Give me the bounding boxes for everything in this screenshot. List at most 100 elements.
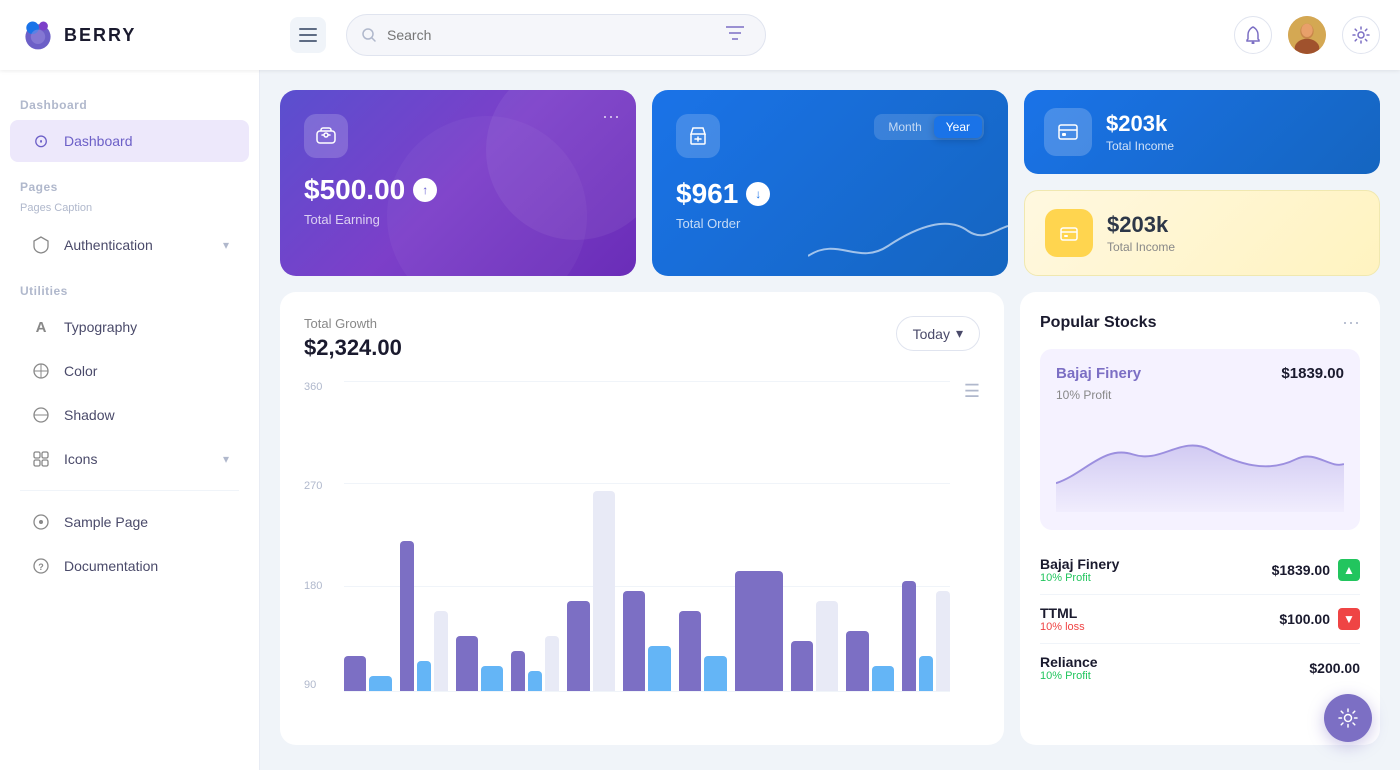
- svg-text:?: ?: [38, 562, 44, 572]
- bar-group-1: [344, 656, 392, 691]
- earning-amount: $500.00 ↑: [304, 174, 612, 206]
- bar-blue-6: [648, 646, 670, 691]
- search-icon: [361, 27, 377, 43]
- stock-reliance-name: Reliance: [1040, 654, 1098, 670]
- bar-purple-3: [456, 636, 478, 691]
- income-yellow-amount: $203k: [1107, 212, 1175, 238]
- logo-area: BERRY: [20, 17, 270, 53]
- authentication-chevron: ▾: [223, 238, 229, 252]
- color-icon: [30, 360, 52, 382]
- today-btn-label: Today: [913, 326, 950, 342]
- filter-button[interactable]: [719, 19, 751, 51]
- gear-icon: [1352, 26, 1370, 44]
- header-right: [1234, 16, 1380, 54]
- bar-purple-2: [400, 541, 414, 691]
- sidebar-item-documentation[interactable]: ? Documentation: [10, 545, 249, 587]
- order-amount: $961 ↓: [676, 178, 984, 210]
- stock-ttml-profit: 10% loss: [1040, 621, 1085, 633]
- bar-light-5: [593, 491, 615, 691]
- stock-bajaj-price-area: $1839.00 ▲: [1272, 559, 1360, 581]
- search-input[interactable]: [387, 27, 709, 43]
- stock-ttml-trend-down: ▼: [1338, 608, 1360, 630]
- shadow-label: Shadow: [64, 407, 115, 423]
- earning-card-icon: [304, 114, 348, 158]
- toggle-year-button[interactable]: Year: [934, 116, 982, 138]
- berry-logo-icon: [20, 17, 56, 53]
- stock-bajaj-trend-up: ▲: [1338, 559, 1360, 581]
- order-label: Total Order: [676, 216, 984, 231]
- stocks-header: Popular Stocks ···: [1040, 312, 1360, 333]
- avatar-image: [1288, 16, 1326, 54]
- icons-label: Icons: [64, 451, 97, 467]
- order-card-icon: [676, 114, 720, 158]
- sidebar-section-dashboard: Dashboard: [0, 90, 259, 118]
- avatar[interactable]: [1288, 16, 1326, 54]
- bar-purple-11: [902, 581, 916, 691]
- earning-amount-text: $500.00: [304, 174, 405, 206]
- typography-label: Typography: [64, 319, 137, 335]
- authentication-icon: [30, 234, 52, 256]
- stock-row-bajaj: Bajaj Finery 10% Profit $1839.00 ▲: [1040, 546, 1360, 595]
- income-blue-icon: [1044, 108, 1092, 156]
- bar-purple-7: [679, 611, 701, 691]
- stock-ttml-info: TTML 10% loss: [1040, 605, 1085, 633]
- chart-menu-button[interactable]: ☰: [964, 381, 980, 402]
- sidebar-item-typography[interactable]: A Typography: [10, 306, 249, 348]
- earning-card-more-button[interactable]: ···: [602, 106, 620, 127]
- sidebar-item-shadow[interactable]: Shadow: [10, 394, 249, 436]
- stocks-title: Popular Stocks: [1040, 314, 1156, 332]
- featured-stock-svg: [1056, 414, 1344, 514]
- stocks-list: Bajaj Finery 10% Profit $1839.00 ▲ TTML …: [1040, 546, 1360, 692]
- shadow-icon: [30, 404, 52, 426]
- earning-up-icon: ↑: [413, 178, 437, 202]
- income-blue-info: $203k Total Income: [1106, 111, 1174, 153]
- sidebar-item-authentication[interactable]: Authentication ▾: [10, 224, 249, 266]
- settings-button[interactable]: [1342, 16, 1380, 54]
- sidebar: Dashboard ⊙ Dashboard Pages Pages Captio…: [0, 70, 260, 770]
- sample-page-label: Sample Page: [64, 514, 148, 530]
- earning-card: ··· $500.00 ↑ Total Earning: [280, 90, 636, 276]
- bar-purple-5: [567, 601, 589, 691]
- stock-bajaj-price: $1839.00: [1272, 562, 1330, 578]
- sidebar-dashboard-label: Dashboard: [64, 133, 133, 149]
- bell-icon: [1245, 26, 1261, 44]
- fab-settings-button[interactable]: [1324, 694, 1372, 742]
- notification-button[interactable]: [1234, 16, 1272, 54]
- featured-stock-header: Bajaj Finery $1839.00: [1056, 365, 1344, 382]
- order-card-top: Month Year: [676, 114, 984, 158]
- y-label-180: 180: [304, 580, 322, 592]
- icons-chevron: ▾: [223, 452, 229, 466]
- bar-group-8: [735, 571, 783, 691]
- toggle-month-button[interactable]: Month: [876, 116, 933, 138]
- chart-y-labels: 360 270 180 90: [304, 381, 322, 691]
- bar-light-9: [816, 601, 838, 691]
- sidebar-section-utilities: Utilities: [0, 276, 259, 304]
- stocks-more-button[interactable]: ···: [1342, 312, 1360, 333]
- sidebar-section-pages: Pages: [0, 172, 259, 200]
- sidebar-item-dashboard[interactable]: ⊙ Dashboard: [10, 120, 249, 162]
- sidebar-item-icons[interactable]: Icons ▾: [10, 438, 249, 480]
- bar-light-4: [545, 636, 559, 691]
- bar-group-9: [791, 601, 839, 691]
- stock-ttml-price-area: $100.00 ▼: [1279, 608, 1360, 630]
- sidebar-item-color[interactable]: Color: [10, 350, 249, 392]
- stock-bajaj-name: Bajaj Finery: [1040, 556, 1119, 572]
- bar-group-7: [679, 611, 727, 691]
- featured-stock-chart: [1056, 414, 1344, 514]
- typography-icon: A: [30, 316, 52, 338]
- documentation-label: Documentation: [64, 558, 158, 574]
- today-chevron-icon: ▾: [956, 325, 963, 342]
- sidebar-item-sample-page[interactable]: Sample Page: [10, 501, 249, 543]
- stocks-card: Popular Stocks ··· Bajaj Finery $1839.00…: [1020, 292, 1380, 745]
- icons-nav-icon: [30, 448, 52, 470]
- order-amount-text: $961: [676, 178, 738, 210]
- today-filter-button[interactable]: Today ▾: [896, 316, 980, 351]
- header: BERRY: [0, 0, 1400, 70]
- bar-purple-9: [791, 641, 813, 691]
- bar-group-11: [902, 581, 950, 691]
- stock-row-reliance: Reliance 10% Profit $200.00: [1040, 644, 1360, 692]
- hamburger-button[interactable]: [290, 17, 326, 53]
- bar-blue-7: [704, 656, 726, 691]
- bar-blue-1: [369, 676, 391, 691]
- y-label-270: 270: [304, 480, 322, 492]
